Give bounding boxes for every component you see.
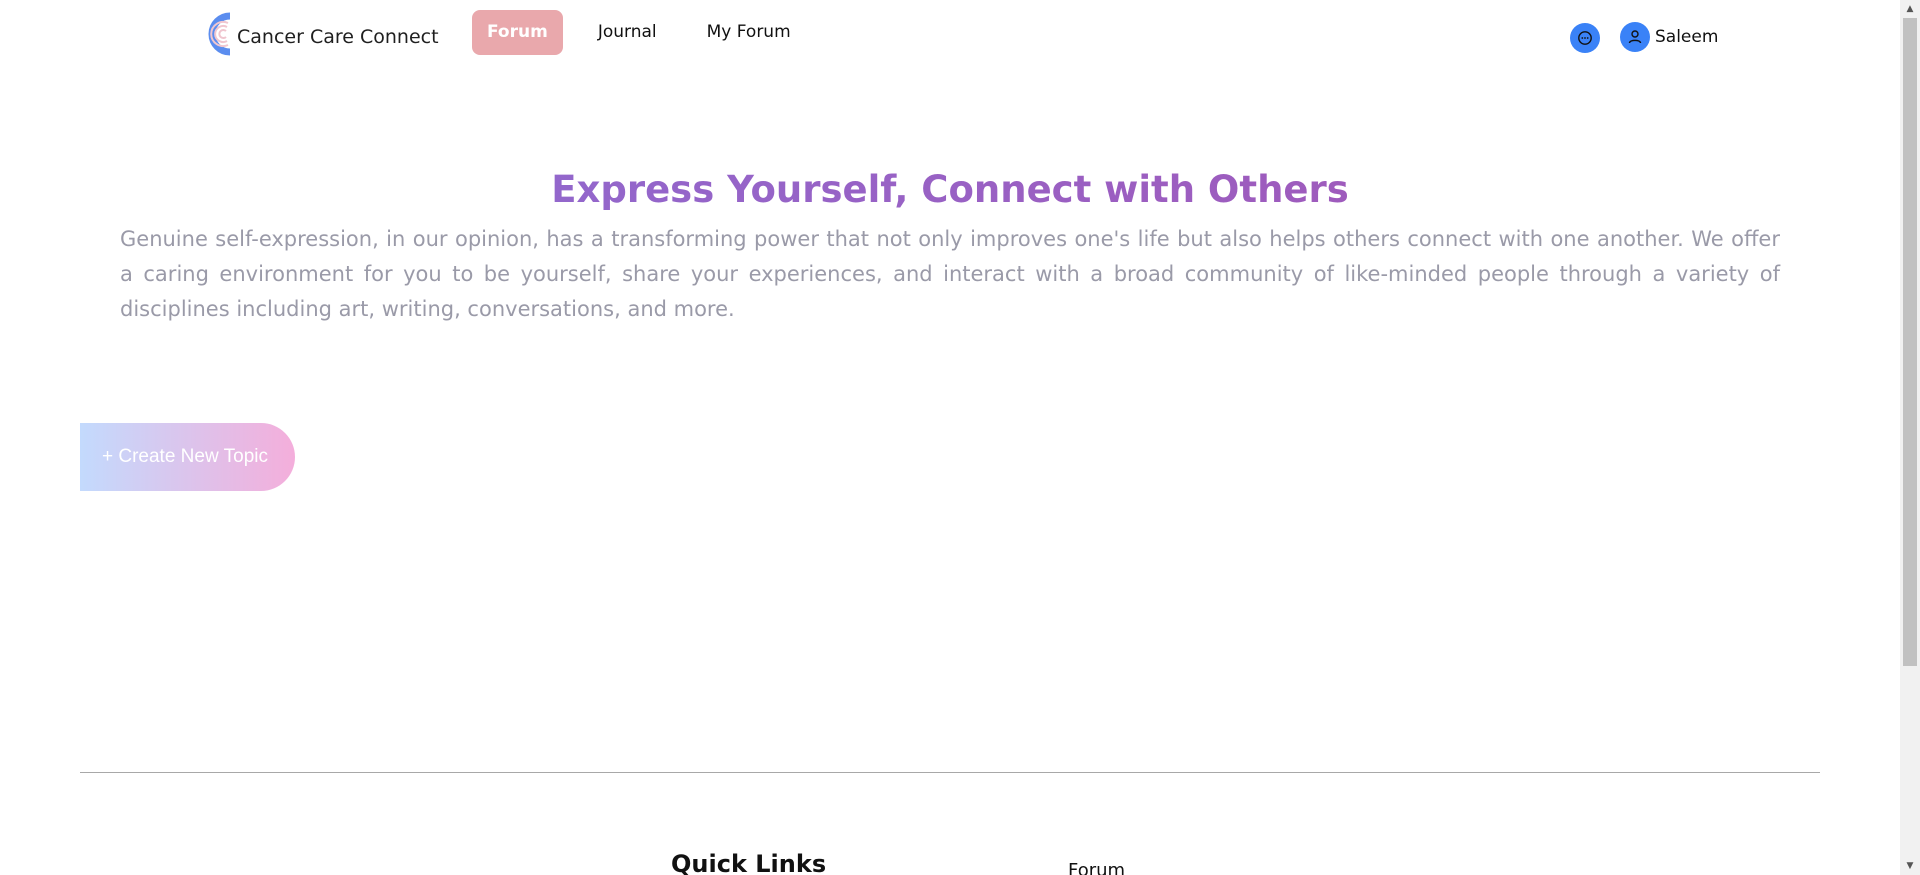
create-new-topic-button[interactable]: + Create New Topic (80, 423, 295, 491)
chat-button[interactable] (1570, 23, 1600, 53)
user-name: Saleem (1655, 27, 1719, 47)
nav-item-forum[interactable]: Forum (472, 10, 563, 55)
brand-name: Cancer Care Connect (237, 26, 439, 48)
footer-link-forum[interactable]: Forum (1068, 860, 1125, 875)
user-icon (1628, 30, 1642, 44)
avatar (1620, 22, 1650, 52)
nav-item-my-forum[interactable]: My Forum (692, 10, 806, 55)
quick-links-heading: Quick Links (671, 850, 827, 875)
footer-divider (80, 772, 1820, 773)
hero-description: Genuine self-expression, in our opinion,… (120, 227, 1780, 321)
user-menu[interactable]: Saleem (1620, 22, 1718, 52)
brand-logo[interactable]: Cancer Care Connect (194, 10, 439, 58)
scroll-down-arrow-icon[interactable]: ▼ (1900, 857, 1920, 875)
logo-c-icon (208, 12, 231, 56)
scrollbar[interactable]: ▲ ▼ (1900, 0, 1920, 875)
page-title: Express Yourself, Connect with Others (0, 168, 1900, 211)
scroll-up-arrow-icon[interactable]: ▲ (1900, 0, 1920, 18)
page: Cancer Care Connect Forum Journal My For… (0, 0, 1920, 875)
chat-bubble-icon (1578, 31, 1592, 45)
nav-item-journal[interactable]: Journal (583, 10, 672, 55)
scroll-thumb[interactable] (1903, 18, 1917, 666)
main-nav: Forum Journal My Forum (472, 10, 826, 55)
